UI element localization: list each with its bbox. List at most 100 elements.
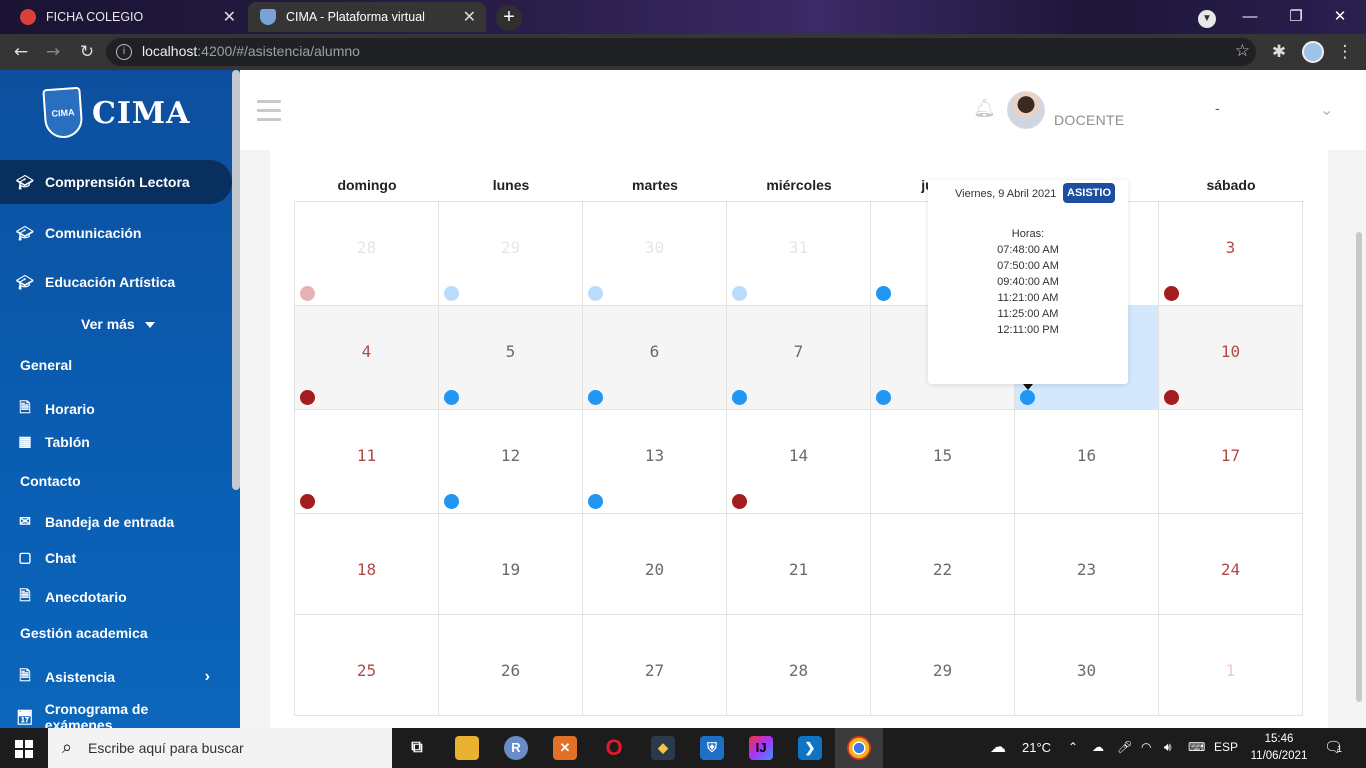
- nav-tablon[interactable]: ▦ Tablón: [16, 433, 216, 450]
- profile-avatar[interactable]: [1302, 41, 1324, 63]
- main-scrollbar[interactable]: [1356, 232, 1362, 702]
- nav-anecdotario[interactable]: 🗎︎ Anecdotario: [16, 585, 216, 609]
- calendar-day-cell[interactable]: 30: [1015, 615, 1159, 716]
- attendance-dot[interactable]: [732, 286, 747, 301]
- calendar-day-cell[interactable]: 29: [871, 615, 1015, 716]
- calendar-day-cell[interactable]: 20: [583, 514, 727, 615]
- absence-dot[interactable]: [732, 494, 747, 509]
- attendance-dot[interactable]: [588, 390, 603, 405]
- calendar-day-cell[interactable]: 1: [1159, 615, 1303, 716]
- taskbar-clock[interactable]: 15:46 11/06/2021: [1248, 731, 1310, 765]
- ver-mas-toggle[interactable]: Ver más: [81, 316, 155, 332]
- microphone-icon[interactable]: 🎤︎: [1117, 740, 1132, 754]
- calendar-day-cell[interactable]: 23: [1015, 514, 1159, 615]
- calendar-day-cell[interactable]: 26: [439, 615, 583, 716]
- tab-search-button[interactable]: ▼: [1188, 4, 1226, 30]
- calendar-day-cell[interactable]: 15: [871, 410, 1015, 514]
- calendar-day-cell[interactable]: 22: [871, 514, 1015, 615]
- calendar-day-cell[interactable]: 12: [439, 410, 583, 514]
- task-view-icon[interactable]: ⧉: [405, 736, 429, 760]
- onedrive-cloud-icon[interactable]: ☁: [1092, 740, 1104, 754]
- course-comunicacion[interactable]: 🎓︎ Comunicación: [0, 211, 232, 255]
- hamburger-menu-icon[interactable]: [257, 100, 281, 127]
- calendar-day-cell[interactable]: 6: [583, 306, 727, 410]
- extensions-puzzle-icon[interactable]: ✱: [1268, 41, 1290, 63]
- wifi-icon[interactable]: ◠: [1141, 740, 1151, 754]
- nav-cronograma-examenes[interactable]: 📅︎ Cronograma de exámenes: [16, 701, 216, 728]
- address-bar[interactable]: i localhost:4200/#/asistencia/alumno ☆: [106, 38, 1256, 66]
- menu-kebab-icon[interactable]: ⋮: [1334, 41, 1356, 63]
- chevron-up-icon[interactable]: ⌃: [1068, 740, 1078, 754]
- attendance-dot[interactable]: [876, 390, 891, 405]
- brand-logo[interactable]: CIMA CIMA: [42, 86, 190, 140]
- language-indicator[interactable]: ESP: [1214, 740, 1238, 754]
- avatar[interactable]: [1007, 91, 1045, 129]
- calendar-day-cell[interactable]: 3: [1159, 202, 1303, 306]
- calendar-day-cell[interactable]: 18: [295, 514, 439, 615]
- shield-app-icon[interactable]: ⛨: [700, 736, 724, 760]
- calendar-day-cell[interactable]: 7: [727, 306, 871, 410]
- back-arrow-icon[interactable]: ←: [10, 41, 32, 63]
- absence-dot[interactable]: [300, 390, 315, 405]
- calendar-day-cell[interactable]: 25: [295, 615, 439, 716]
- nav-chat[interactable]: ▢ Chat: [16, 549, 216, 566]
- calendar-day-cell[interactable]: 10: [1159, 306, 1303, 410]
- calendar-day-cell[interactable]: 30: [583, 202, 727, 306]
- absence-dot[interactable]: [1164, 390, 1179, 405]
- calendar-day-cell[interactable]: 21: [727, 514, 871, 615]
- opera-icon[interactable]: O: [602, 736, 626, 760]
- absence-dot[interactable]: [1164, 286, 1179, 301]
- calendar-day-cell[interactable]: 27: [583, 615, 727, 716]
- taskbar-search-box[interactable]: ⌕ Escribe aquí para buscar: [48, 728, 392, 768]
- r-app-icon[interactable]: R: [504, 736, 528, 760]
- sidebar-scrollbar[interactable]: [232, 70, 240, 490]
- calendar-day-cell[interactable]: 29: [439, 202, 583, 306]
- close-tab-icon[interactable]: ✕: [463, 7, 476, 27]
- new-tab-button[interactable]: +: [496, 5, 522, 31]
- calendar-day-cell[interactable]: 14: [727, 410, 871, 514]
- info-icon[interactable]: i: [116, 44, 132, 60]
- calendar-day-cell[interactable]: 11: [295, 410, 439, 514]
- attendance-dot[interactable]: [588, 286, 603, 301]
- close-window-button[interactable]: ✕: [1320, 4, 1360, 30]
- weather-temp[interactable]: 21°C: [1022, 740, 1051, 755]
- windows-start-button[interactable]: [0, 728, 48, 768]
- calendar-day-cell[interactable]: 5: [439, 306, 583, 410]
- notification-center-icon[interactable]: 🗨︎1: [1324, 738, 1343, 756]
- attendance-dot[interactable]: [1020, 390, 1035, 405]
- forward-arrow-icon[interactable]: →: [42, 41, 64, 63]
- attendance-dot[interactable]: [732, 390, 747, 405]
- close-tab-icon[interactable]: ✕: [223, 7, 236, 27]
- bell-icon[interactable]: 🔔︎: [973, 98, 996, 119]
- calendar-day-cell[interactable]: 13: [583, 410, 727, 514]
- attendance-dot[interactable]: [444, 390, 459, 405]
- cloud-weather-icon[interactable]: ☁: [990, 737, 1006, 757]
- xampp-icon[interactable]: ✕: [553, 736, 577, 760]
- attendance-dot[interactable]: [588, 494, 603, 509]
- keyboard-icon[interactable]: ⌨: [1188, 740, 1205, 754]
- reload-icon[interactable]: ↻: [76, 41, 98, 63]
- absence-dot[interactable]: [300, 286, 315, 301]
- course-educacion-artistica[interactable]: 🎓︎ Educación Artística: [0, 260, 232, 304]
- file-explorer-icon[interactable]: [455, 736, 479, 760]
- calendar-day-cell[interactable]: 4: [295, 306, 439, 410]
- calendar-day-cell[interactable]: 16: [1015, 410, 1159, 514]
- minimize-button[interactable]: —: [1230, 4, 1270, 30]
- nav-horario[interactable]: 🗎︎ Horario: [16, 397, 216, 421]
- bookmark-star-icon[interactable]: ☆: [1235, 41, 1250, 61]
- calendar-day-cell[interactable]: 28: [727, 615, 871, 716]
- calendar-day-cell[interactable]: 31: [727, 202, 871, 306]
- vscode-icon[interactable]: ❯: [798, 736, 822, 760]
- attendance-dot[interactable]: [444, 286, 459, 301]
- chevron-down-icon[interactable]: ⌄: [1320, 100, 1333, 119]
- absence-dot[interactable]: [300, 494, 315, 509]
- tab-cima[interactable]: CIMA - Plataforma virtual ✕: [248, 2, 486, 32]
- calendar-day-cell[interactable]: 17: [1159, 410, 1303, 514]
- nav-bandeja-de-entrada[interactable]: ✉ Bandeja de entrada: [16, 513, 216, 530]
- calendar-day-cell[interactable]: 28: [295, 202, 439, 306]
- nav-asistencia[interactable]: 🗎︎ Asistencia ›: [16, 665, 216, 689]
- chrome-icon[interactable]: [847, 736, 871, 760]
- restore-button[interactable]: ❐: [1276, 4, 1316, 30]
- tab-ficha-colegio[interactable]: FICHA COLEGIO ✕: [8, 2, 246, 32]
- attendance-dot[interactable]: [444, 494, 459, 509]
